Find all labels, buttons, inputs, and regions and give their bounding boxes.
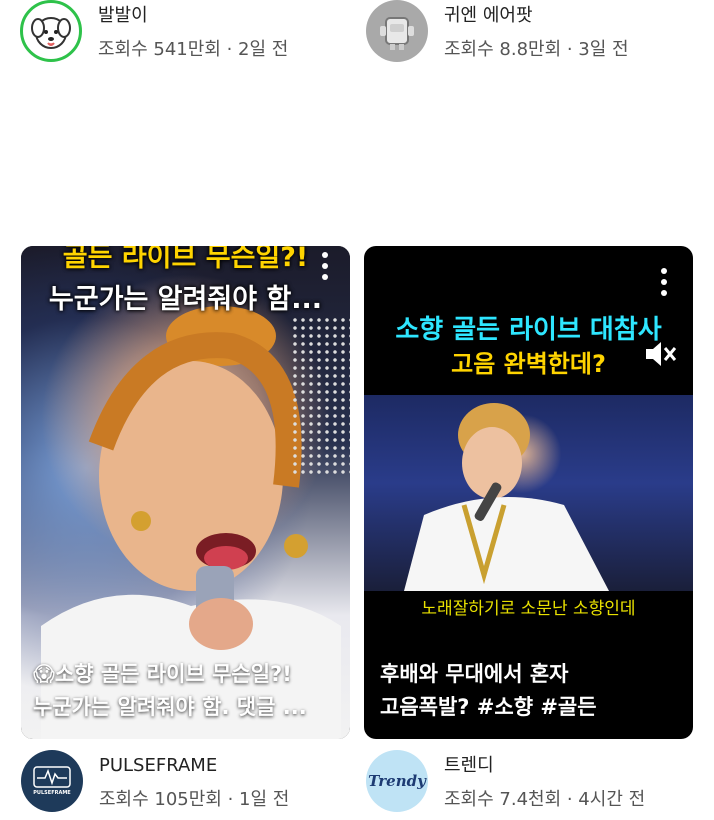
video-meta-3[interactable]: PULSEFRAME PULSEFRAME 조회수 105만회 · 1일 전 xyxy=(21,750,289,812)
channel-name[interactable]: 발발이 xyxy=(98,4,288,28)
more-options-icon[interactable] xyxy=(661,268,667,296)
more-options-icon[interactable] xyxy=(322,252,328,280)
caption-top-2: 누군가는 알려줘야 함... xyxy=(48,284,323,315)
title-line-1: 후배와 무대에서 혼자 xyxy=(380,662,569,686)
shocked-face-icon: 😱 xyxy=(33,662,55,686)
channel-avatar[interactable] xyxy=(366,0,428,62)
video-meta-2[interactable]: 귀엔 에어팟 조회수 8.8만회 · 3일 전 xyxy=(366,0,629,62)
avatar-label: PULSEFRAME xyxy=(33,790,71,796)
caption-top-1: 골든 라이브 무슨일?! xyxy=(62,246,309,273)
video-subtitle: 노래잘하기로 소문난 소향인데 xyxy=(421,599,636,619)
singer-figure xyxy=(404,403,609,591)
heartbeat-icon xyxy=(33,766,71,788)
channel-name[interactable]: 귀엔 에어팟 xyxy=(444,4,629,28)
video-meta-4[interactable]: Trendy 트렌디 조회수 7.4천회 · 4시간 전 xyxy=(366,750,645,812)
channel-name[interactable]: 트렌디 xyxy=(444,754,645,778)
video-title[interactable]: 후배와 무대에서 혼자 고음폭발? #소향 #골든 xyxy=(380,658,685,724)
video-thumbnail-card[interactable]: 소향 골든 라이브 대참사 고음 완벽한데? 노래잘하기로 소문난 소향인데 후… xyxy=(364,246,693,739)
channel-avatar[interactable]: PULSEFRAME xyxy=(21,750,83,812)
video-title[interactable]: 😱소향 골든 라이브 무슨일?! 누군가는 알려줘야 함. 댓글 ... xyxy=(33,658,342,724)
channel-avatar[interactable]: Trendy xyxy=(366,750,428,812)
video-stats: 조회수 105만회 · 1일 전 xyxy=(99,789,290,810)
video-stats: 조회수 7.4천회 · 4시간 전 xyxy=(444,789,646,810)
muted-speaker-icon[interactable] xyxy=(642,336,678,372)
avatar-label: Trendy xyxy=(368,772,426,790)
title-line-2: 누군가는 알려줘야 함. 댓글 ... xyxy=(33,695,307,719)
puppy-icon xyxy=(31,17,71,49)
dotted-led-background xyxy=(291,316,350,476)
video-meta-1[interactable]: 발발이 조회수 541만회 · 2일 전 xyxy=(20,0,288,62)
title-line-1: 소향 골든 라이브 무슨일?! xyxy=(54,662,292,686)
video-stats: 조회수 8.8만회 · 3일 전 xyxy=(444,39,629,60)
title-line-2: 고음폭발? #소향 #골든 xyxy=(380,695,597,719)
video-thumbnail-card[interactable]: 골든 라이브 무슨일?! 누군가는 알려줘야 함... 😱소향 골든 라이브 무… xyxy=(21,246,350,739)
video-stats: 조회수 541만회 · 2일 전 xyxy=(98,39,289,60)
robot-toy-icon xyxy=(380,17,414,50)
channel-name[interactable]: PULSEFRAME xyxy=(99,754,289,778)
channel-avatar[interactable] xyxy=(20,0,82,62)
